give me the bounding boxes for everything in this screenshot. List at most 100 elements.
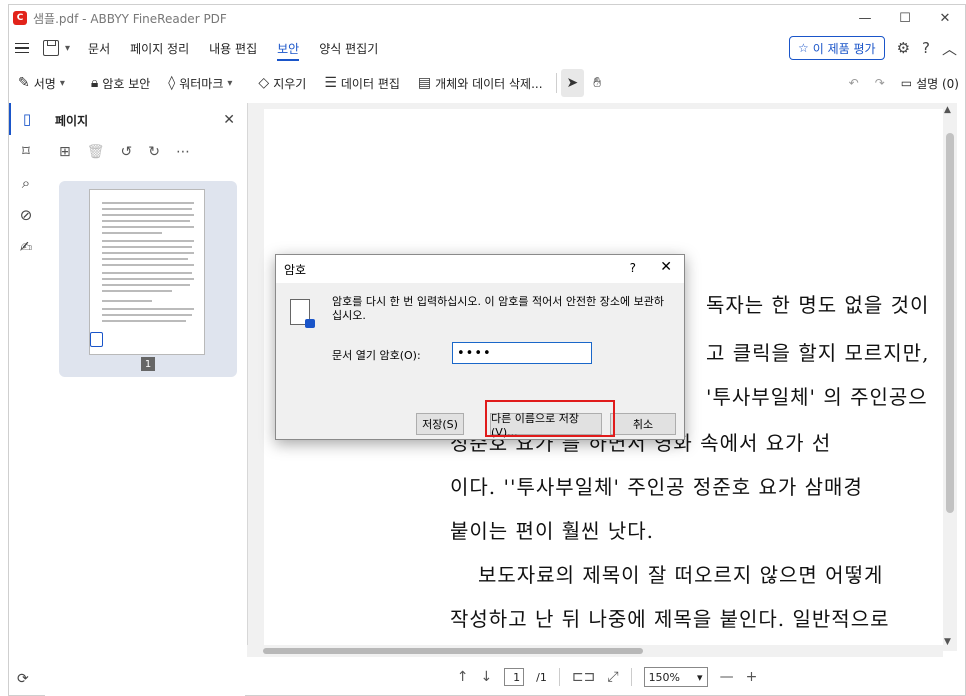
page-total: /1 bbox=[536, 670, 547, 684]
vertical-scrollbar[interactable]: ▲ ▼ bbox=[943, 103, 957, 651]
thumbnail-page-number: 1 bbox=[141, 357, 155, 371]
select-pointer-tool[interactable]: ➤ bbox=[560, 69, 585, 97]
title-bar: C 샘플.pdf - ABBYY FineReader PDF — ☐ ✕ bbox=[9, 5, 965, 31]
delete-objects-tool[interactable]: ▤ 개체와 데이터 삭제... bbox=[409, 69, 552, 97]
save-icon[interactable] bbox=[43, 40, 59, 56]
chevron-down-icon: ▾ bbox=[697, 670, 703, 684]
redact-data-tool[interactable]: ☰ 데이터 편집 bbox=[315, 69, 409, 97]
document-delete-icon: ▤ bbox=[417, 75, 432, 91]
rotate-left-icon[interactable]: ↺ bbox=[121, 144, 133, 160]
save-button[interactable]: 저장(S) bbox=[416, 413, 464, 435]
fit-width-icon[interactable]: ⊏⊐ bbox=[572, 669, 595, 685]
fullscreen-icon[interactable]: ⤢ bbox=[607, 669, 618, 685]
maximize-button[interactable]: ☐ bbox=[885, 5, 925, 31]
scroll-down-icon[interactable]: ▼ bbox=[944, 637, 951, 647]
chevron-down-icon: ▾ bbox=[59, 77, 65, 89]
star-icon: ☆ bbox=[797, 41, 809, 55]
menu-content-edit[interactable]: 내용 편집 bbox=[199, 33, 267, 63]
delete-page-icon[interactable]: 🗑︎ bbox=[87, 144, 105, 160]
panel-header: 페이지 ✕ bbox=[45, 103, 245, 137]
hamburger-menu-icon[interactable] bbox=[15, 42, 29, 54]
horizontal-scroll-thumb[interactable] bbox=[263, 648, 643, 654]
zoom-in-icon[interactable]: + bbox=[746, 669, 758, 685]
menu-document[interactable]: 문서 bbox=[78, 33, 120, 63]
password-protect-tool[interactable]: 🔒︎ 암호 보안 bbox=[82, 69, 159, 97]
panel-tools: ⊞ 🗑︎ ↺ ↻ ⋯ bbox=[45, 137, 245, 167]
erase-tool[interactable]: ◇ 지우기 bbox=[249, 69, 315, 97]
next-page-icon[interactable]: ↓ bbox=[480, 669, 492, 685]
page-number-input[interactable]: 1 bbox=[504, 668, 525, 686]
save-as-button[interactable]: 다른 이름으로 저장(V)... bbox=[490, 412, 602, 439]
comment-icon: ▭ bbox=[900, 76, 913, 90]
watermark-tool[interactable]: ◊ 워터마크 ▾ bbox=[159, 69, 249, 97]
more-options-icon[interactable]: ⋯ bbox=[176, 144, 190, 160]
left-icon-rail: ▯ ⌑ ⌕ ⊘ ✍ ⟳ bbox=[9, 103, 43, 696]
dialog-help-button[interactable]: ? bbox=[630, 261, 636, 275]
attachment-icon[interactable]: ⊘ bbox=[9, 199, 43, 231]
panel-title: 페이지 bbox=[55, 113, 89, 128]
bookmark-icon[interactable]: ⌑ bbox=[9, 135, 43, 167]
page-thumbnail[interactable]: 1 bbox=[59, 181, 237, 377]
doc-line: 이다. ''투사부일체' 주인공 정준호 요가 삼매경 bbox=[450, 475, 863, 499]
comments-button[interactable]: ▭ 설명 (0) bbox=[901, 75, 959, 92]
cancel-button[interactable]: 취소 bbox=[610, 413, 676, 435]
menu-form-editor[interactable]: 양식 편집기 bbox=[309, 33, 388, 63]
dialog-message: 암호를 다시 한 번 입력하십시오. 이 암호를 적어서 안전한 장소에 보관하… bbox=[332, 295, 664, 322]
close-icon[interactable]: ✕ bbox=[223, 112, 235, 128]
pen-icon: ✎ bbox=[18, 75, 30, 91]
gear-icon[interactable]: ⚙ bbox=[897, 39, 910, 57]
status-bar: ↑ ↓ 1 /1 ⊏⊐ ⤢ 150% ▾ — + bbox=[247, 661, 966, 693]
doc-line: 고 클릭을 할지 모르지만, bbox=[706, 341, 930, 365]
watermark-icon: ◊ bbox=[168, 75, 176, 91]
doc-line: '투사부일체' 의 주인공으 bbox=[706, 385, 928, 409]
password-dialog: 암호 ? ✕ 암호를 다시 한 번 입력하십시오. 이 암호를 적어서 안전한 … bbox=[275, 254, 685, 440]
search-icon[interactable]: ⌕ bbox=[9, 167, 43, 199]
horizontal-scrollbar[interactable] bbox=[247, 645, 943, 657]
zoom-select[interactable]: 150% ▾ bbox=[643, 667, 708, 687]
thumbnail-note-icon bbox=[90, 332, 103, 347]
menu-bar: ▾ 문서 페이지 정리 내용 편집 보안 양식 편집기 ☆ 이 제품 평가 ⚙ … bbox=[9, 33, 965, 63]
undo-icon[interactable]: ↶ bbox=[849, 76, 859, 90]
lock-icon: 🔒︎ bbox=[90, 75, 99, 91]
rate-product-label: 이 제품 평가 bbox=[812, 41, 876, 56]
pages-panel-icon[interactable]: ▯ bbox=[9, 103, 43, 135]
security-toolbar: ✎ 서명 ▾ 🔒︎ 암호 보안 ◊ 워터마크 ▾ ◇ 지우기 ☰ 데이터 편집 … bbox=[9, 67, 965, 99]
doc-line: 보도자료의 제목이 잘 떠오르지 않으면 어떻게 bbox=[478, 563, 884, 587]
eraser-icon: ◇ bbox=[258, 75, 270, 91]
minimize-button[interactable]: — bbox=[845, 5, 885, 31]
scroll-up-icon[interactable]: ▲ bbox=[944, 105, 951, 115]
window-title: 샘플.pdf - ABBYY FineReader PDF bbox=[33, 11, 227, 26]
toolbar-right-group: ↶ ↷ ▭ 설명 (0) bbox=[849, 67, 959, 99]
add-page-icon[interactable]: ⊞ bbox=[59, 144, 71, 160]
vertical-scroll-thumb[interactable] bbox=[946, 133, 954, 513]
zoom-out-icon[interactable]: — bbox=[720, 669, 734, 685]
window-controls: — ☐ ✕ bbox=[845, 5, 965, 31]
rate-product-button[interactable]: ☆ 이 제품 평가 bbox=[788, 36, 885, 60]
sync-status-icon[interactable]: ⟳ bbox=[17, 671, 29, 687]
doc-line: 독자는 한 명도 없을 것이 bbox=[706, 293, 930, 317]
document-lock-icon bbox=[290, 299, 315, 328]
menu-right-group: ☆ 이 제품 평가 ⚙ ? ︿ bbox=[788, 33, 957, 63]
dialog-title: 암호 bbox=[284, 262, 307, 277]
toolbar-divider bbox=[555, 73, 557, 93]
signature-icon[interactable]: ✍ bbox=[9, 231, 43, 263]
sign-tool[interactable]: ✎ 서명 ▾ bbox=[9, 69, 82, 97]
help-icon[interactable]: ? bbox=[922, 39, 930, 57]
close-window-button[interactable]: ✕ bbox=[925, 5, 965, 31]
menu-security[interactable]: 보안 bbox=[267, 33, 309, 63]
pointer-icon: ➤ bbox=[566, 75, 579, 91]
pages-panel: 페이지 ✕ ⊞ 🗑︎ ↺ ↻ ⋯ 1 bbox=[45, 103, 245, 696]
redo-icon[interactable]: ↷ bbox=[875, 76, 885, 90]
thumbnail-page-preview bbox=[89, 189, 205, 355]
password-input[interactable]: •••• bbox=[452, 342, 592, 364]
rotate-right-icon[interactable]: ↻ bbox=[148, 144, 160, 160]
dialog-close-button[interactable]: ✕ bbox=[660, 259, 672, 275]
chevron-down-icon[interactable]: ▾ bbox=[65, 43, 70, 54]
menu-page-organize[interactable]: 페이지 정리 bbox=[120, 33, 199, 63]
redact-icon: ☰ bbox=[324, 75, 337, 91]
hand-icon: ✋︎ bbox=[593, 75, 602, 91]
doc-line: 붙이는 편이 훨씬 낫다. bbox=[450, 519, 655, 543]
previous-page-icon[interactable]: ↑ bbox=[457, 669, 469, 685]
hand-tool[interactable]: ✋︎ bbox=[584, 69, 610, 97]
collapse-icon[interactable]: ︿ bbox=[942, 38, 957, 59]
